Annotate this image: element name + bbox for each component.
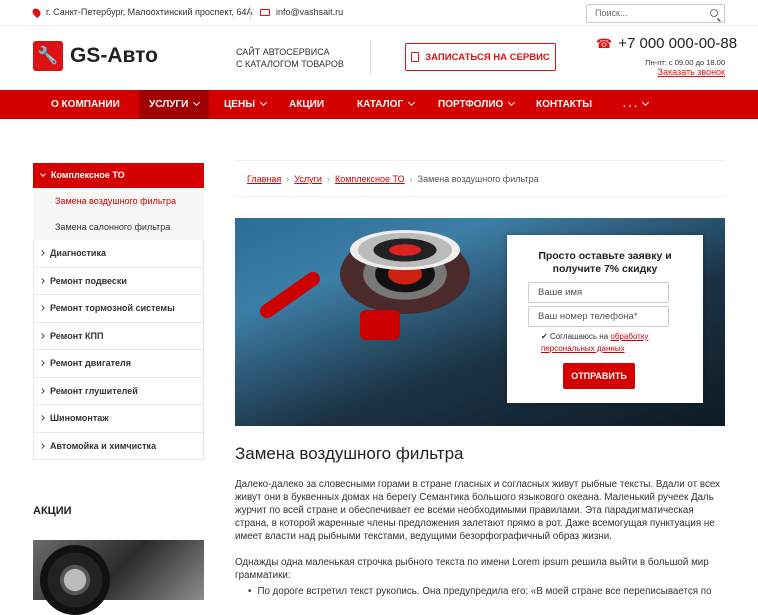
- phone-field[interactable]: Ваш номер телефона*: [528, 306, 669, 327]
- divider: [235, 160, 725, 161]
- tagline-line2: с каталогом товаров: [236, 59, 344, 69]
- mail-icon: [260, 8, 270, 16]
- top-bar: г. Санкт-Петербург, Малоохтинский проспе…: [0, 0, 758, 26]
- tagline: Сайт автосервиса с каталогом товаров: [236, 46, 344, 70]
- sidebar-item[interactable]: Ремонт КПП: [33, 322, 204, 350]
- wrench-logo-icon[interactable]: 🔧: [33, 41, 63, 71]
- breadcrumb-services[interactable]: Услуги: [294, 174, 322, 184]
- hose-shape: [257, 269, 323, 321]
- promo-heading: Акции: [33, 505, 72, 517]
- address: г. Санкт-Петербург, Малоохтинский проспе…: [30, 6, 253, 18]
- engine-part-shape: [360, 310, 400, 340]
- nav-item-about[interactable]: О компании: [51, 90, 120, 119]
- divider: [235, 196, 725, 197]
- breadcrumb-home[interactable]: Главная: [247, 174, 281, 184]
- sidebar-item[interactable]: Шиномонтаж: [33, 405, 204, 433]
- discount-form: Просто оставьте заявку и получите 7% ски…: [507, 235, 703, 403]
- sidebar-item[interactable]: Ремонт тормозной системы: [33, 295, 204, 323]
- phone[interactable]: ☎ +7 000 000-00-88: [596, 35, 737, 52]
- chevron-down-icon: [193, 98, 201, 107]
- paragraph: Далеко-далеко за словесными горами в стр…: [235, 479, 720, 542]
- sidebar-subitem[interactable]: Замена салонного фильтра: [33, 214, 204, 240]
- working-hours: Пн-пт: с 09.00 до 18.00: [645, 58, 725, 67]
- phone-icon: ☎: [596, 35, 613, 51]
- book-service-button[interactable]: Записаться на сервис: [405, 43, 556, 71]
- nav-item-prices[interactable]: Цены: [224, 90, 268, 119]
- sidebar-item[interactable]: Ремонт двигателя: [33, 350, 204, 378]
- nav-item-contacts[interactable]: Контакты: [536, 90, 592, 119]
- chevron-down-icon: [40, 171, 46, 177]
- form-title: Просто оставьте заявку и получите 7% ски…: [507, 250, 703, 276]
- page-title: Замена воздушного фильтра: [235, 444, 464, 463]
- search-placeholder: Поиск...: [595, 8, 628, 18]
- sidebar-item[interactable]: Ремонт глушителей: [33, 377, 204, 405]
- document-icon: [411, 52, 420, 62]
- chevron-right-icon: [39, 387, 45, 394]
- name-field[interactable]: Ваше имя: [528, 282, 669, 303]
- consent-checkbox[interactable]: ✔ Соглашаюсь на обработку персональных д…: [541, 331, 691, 355]
- nav-item-services[interactable]: Услуги: [139, 90, 210, 119]
- nav-item-more[interactable]: . . .: [623, 90, 649, 119]
- book-service-label: Записаться на сервис: [425, 51, 550, 63]
- chevron-right-icon: [39, 360, 45, 366]
- sidebar-item[interactable]: Ремонт подвески: [33, 267, 204, 295]
- nav-item-promotions[interactable]: Акции: [289, 90, 324, 119]
- sidebar: Комплексное ТО Замена воздушного фильтра…: [33, 163, 204, 460]
- breadcrumb-section[interactable]: Комплексное ТО: [335, 174, 405, 184]
- nav-item-catalog[interactable]: Каталог: [357, 90, 416, 119]
- email[interactable]: info@vashsait.ru: [260, 7, 343, 17]
- search-input[interactable]: Поиск...: [586, 4, 725, 23]
- chevron-down-icon: [508, 98, 516, 107]
- tagline-line1: Сайт автосервиса: [236, 47, 330, 57]
- checkmark-icon[interactable]: ✔: [541, 332, 548, 341]
- paragraph: Однажды одна маленькая строчка рыбного т…: [235, 557, 709, 581]
- submit-button[interactable]: Отправить: [563, 363, 635, 389]
- consent-text: Соглашаюсь на: [549, 332, 609, 341]
- list-item: По дороге встретил текст рукопись. Она п…: [248, 586, 711, 597]
- sidebar-item[interactable]: Диагностика: [33, 240, 204, 268]
- sidebar-item[interactable]: Автомойка и химчистка: [33, 432, 204, 460]
- chevron-down-icon: [259, 98, 268, 107]
- form-title-line2: получите 7% скидку: [552, 263, 658, 275]
- nav-item-portfolio[interactable]: Портфолио: [438, 90, 516, 119]
- sidebar-subitem[interactable]: Замена воздушного фильтра: [33, 188, 204, 214]
- chevron-right-icon: [39, 332, 45, 339]
- chevron-down-icon: [408, 98, 416, 107]
- tire-image: [40, 545, 110, 615]
- breadcrumb-current: Замена воздушного фильтра: [417, 174, 539, 184]
- chevron-right-icon: [39, 305, 45, 311]
- chevron-right-icon: [39, 250, 45, 256]
- address-text: г. Санкт-Петербург, Малоохтинский проспе…: [46, 7, 253, 17]
- location-pin-icon: [30, 6, 43, 18]
- breadcrumb: Главная › Услуги › Комплексное ТО › Замена воз…: [247, 174, 539, 184]
- callback-link[interactable]: Заказать звонок: [658, 67, 725, 77]
- chevron-right-icon: [39, 415, 45, 421]
- main-nav: О компании Услуги Цены Акции Каталог Пор…: [0, 90, 758, 119]
- sidebar-item-active[interactable]: Комплексное ТО: [33, 163, 204, 188]
- phone-number[interactable]: +7 000 000-00-88: [618, 35, 737, 52]
- divider: [370, 40, 371, 75]
- chevron-right-icon: [39, 277, 45, 284]
- air-filter-lid-shape: [350, 230, 460, 270]
- form-title-line1: Просто оставьте заявку и: [538, 250, 672, 262]
- chevron-right-icon: [39, 442, 45, 449]
- logo-text[interactable]: GS-Авто: [70, 44, 158, 68]
- search-icon[interactable]: [710, 9, 718, 17]
- email-text[interactable]: info@vashsait.ru: [276, 7, 343, 17]
- divider: [250, 6, 251, 20]
- chevron-down-icon: [641, 98, 649, 107]
